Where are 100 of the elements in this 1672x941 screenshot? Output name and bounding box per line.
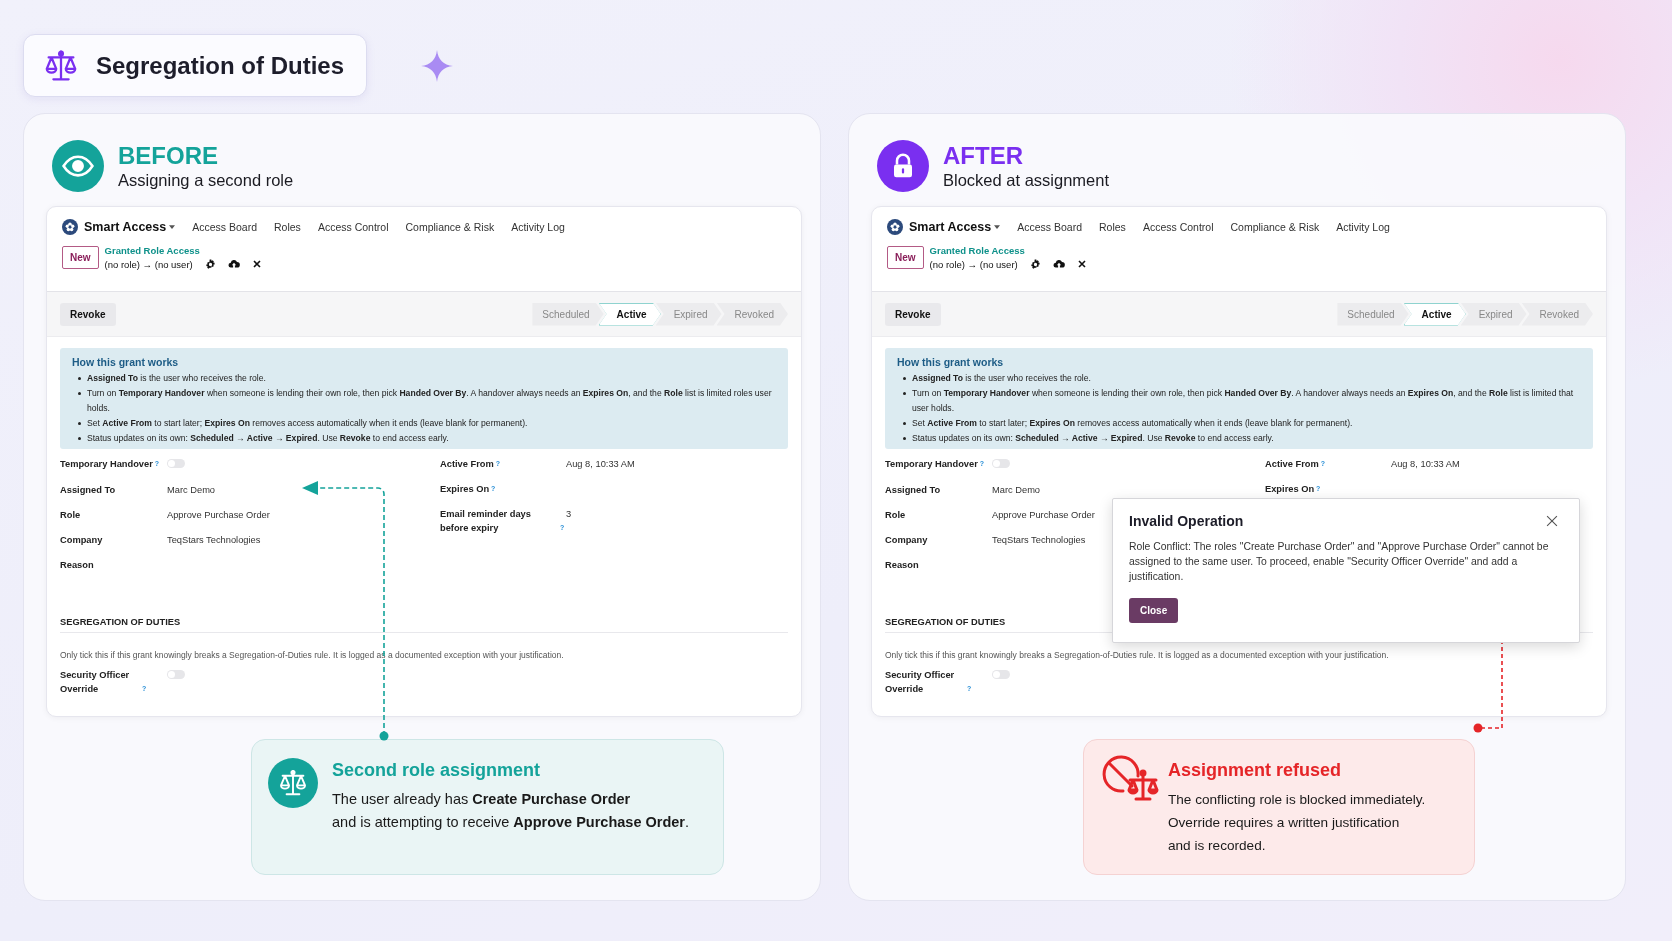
field-label: Temporary Handover <box>60 458 153 471</box>
nav-link[interactable]: Roles <box>274 221 301 233</box>
callout-title: Second role assignment <box>332 760 542 781</box>
section-note: Only tick this if this grant knowingly breaks a Segregation-of-Duties rule. It is logged as a documented exception with your justification. <box>60 650 565 660</box>
field-label: Email reminder days before expiry <box>440 508 532 535</box>
info-bullet: Turn on Temporary Handover when someone is lending their own role, then pick Handed Over By. A handover always needs an Expires On, and the Role list is limited roles user holds. <box>87 387 773 415</box>
field-label: Assigned To <box>60 484 116 497</box>
field-value: Aug 8, 10:33 AM <box>1391 459 1460 469</box>
nav-link[interactable]: Access Control <box>317 221 389 233</box>
field-label: Active From <box>1265 458 1319 471</box>
scales-icon <box>268 758 318 808</box>
section-heading: SEGREGATION OF DUTIES <box>60 617 788 633</box>
toggle-switch[interactable] <box>992 459 1010 468</box>
bullet-dot <box>78 437 81 440</box>
field-label: Temporary Handover <box>885 458 978 471</box>
field-label: Expires On <box>1265 483 1315 496</box>
field-value: Aug 8, 10:33 AM <box>566 459 635 469</box>
info-bullet: Status updates on its own: Scheduled → Active → Expired. Use Revoke to end access early. <box>87 432 449 445</box>
nav-link[interactable]: Access Control <box>1142 221 1214 233</box>
nav-link[interactable]: Compliance & Risk <box>1230 221 1320 233</box>
nav-link[interactable]: Compliance & Risk <box>405 221 495 233</box>
info-bullet: Set Active From to start later; Expires On removes access automatically when it ends (leave blank for permanent). <box>87 417 528 430</box>
new-badge: New <box>887 246 924 269</box>
info-bullet: Assigned To is the user who receives the role. <box>87 372 266 385</box>
nav-link[interactable]: Access Board <box>1017 221 1082 233</box>
lock-icon <box>877 140 929 192</box>
close-button[interactable]: Close <box>1129 598 1179 623</box>
dialog-message: Role Conflict: The roles "Create Purchase Order" and "Approve Purchase Order" cannot be assigned to the same user. To proceed, enable "Security Officer Override" and add a justification. <box>1129 540 1550 584</box>
info-title: How this grant works <box>897 356 1005 368</box>
gear-icon[interactable] <box>1029 258 1041 270</box>
app-name[interactable]: Smart Access <box>84 220 167 234</box>
field-value: Marc Demo <box>167 485 216 495</box>
field-value: Approve Purchase Order <box>992 510 1095 520</box>
field-value: Approve Purchase Order <box>167 510 270 520</box>
record-title: (no role) → (no user) <box>104 258 193 270</box>
callout-text: The conflicting role is blocked immediately. Override requires a written justification and is recorded. <box>1168 791 1426 855</box>
record-title: (no role) → (no user) <box>929 258 1018 270</box>
toggle-switch[interactable] <box>992 670 1010 679</box>
info-bullet: Turn on Temporary Handover when someone is lending their own role, then pick Handed Over By. A handover always needs an Expires On, and the Role list is limited that user holds. <box>912 387 1575 415</box>
bullet-dot <box>903 377 906 380</box>
field-value: TeqStars Technologies <box>167 535 261 545</box>
bullet-dot <box>903 422 906 425</box>
field-value: Marc Demo <box>992 485 1041 495</box>
field-label: Assigned To <box>885 484 941 497</box>
dialog-title: Invalid Operation <box>1129 513 1244 529</box>
field-label: Company <box>60 534 103 547</box>
sparkle-icon <box>421 49 454 82</box>
bullet-dot <box>78 377 81 380</box>
breadcrumb-link[interactable]: Granted Role Access <box>929 245 1087 256</box>
field-label: Expires On <box>440 483 490 496</box>
blocked-scales-icon <box>1100 754 1160 804</box>
nav-link[interactable]: Activity Log <box>1336 221 1390 233</box>
close-icon[interactable] <box>1545 514 1559 528</box>
callout-text: The user already has Create Purchase Order and is attempting to receive Approve Purchase Order. <box>332 790 690 832</box>
bullet-dot <box>903 437 906 440</box>
field-label: Reason <box>885 559 919 572</box>
cloud-upload-icon[interactable] <box>1052 258 1065 270</box>
info-title: How this grant works <box>72 356 180 368</box>
field-label: Security Officer Override <box>60 669 131 696</box>
panel-title: BEFORE <box>118 142 219 169</box>
panel-title: AFTER <box>943 142 1024 169</box>
field-label: Active From <box>440 458 494 471</box>
status-stage[interactable]: Active <box>1403 302 1466 326</box>
discard-icon[interactable] <box>1076 259 1087 269</box>
field-label: Reason <box>60 559 94 572</box>
toggle-switch[interactable] <box>167 459 185 468</box>
gear-icon[interactable] <box>204 258 216 270</box>
field-label: Company <box>885 534 928 547</box>
page-title: Segregation of Duties <box>96 51 345 80</box>
info-bullet: Assigned To is the user who receives the role. <box>912 372 1091 385</box>
app-logo-icon <box>62 219 78 235</box>
app-name[interactable]: Smart Access <box>909 220 992 234</box>
field-label: Role <box>885 509 906 522</box>
new-badge: New <box>62 246 99 269</box>
bullet-dot <box>78 392 81 395</box>
nav-link[interactable]: Roles <box>1099 221 1126 233</box>
field-value: TeqStars Technologies <box>992 535 1086 545</box>
eye-icon <box>52 140 104 192</box>
caret-icon[interactable] <box>169 225 176 229</box>
revoke-button[interactable]: Revoke <box>885 302 941 326</box>
breadcrumb-link[interactable]: Granted Role Access <box>104 245 262 256</box>
nav-link[interactable]: Access Board <box>192 221 257 233</box>
caret-icon[interactable] <box>994 225 1001 229</box>
bullet-dot <box>78 422 81 425</box>
field-value: 3 <box>566 509 572 519</box>
bullet-dot <box>903 392 906 395</box>
field-label: Role <box>60 509 81 522</box>
section-note: Only tick this if this grant knowingly breaks a Segregation-of-Duties rule. It is logged as a documented exception with your justification. <box>885 650 1390 660</box>
discard-icon[interactable] <box>251 259 262 269</box>
app-logo-icon <box>887 219 903 235</box>
info-bullet: Status updates on its own: Scheduled → Active → Expired. Use Revoke to end access early. <box>912 432 1274 445</box>
nav-link[interactable]: Activity Log <box>511 221 565 233</box>
info-bullet: Set Active From to start later; Expires On removes access automatically when it ends (leave blank for permanent). <box>912 417 1353 430</box>
panel-subtitle: Blocked at assignment <box>943 170 1109 190</box>
revoke-button[interactable]: Revoke <box>60 302 116 326</box>
status-stage[interactable]: Active <box>598 302 661 326</box>
callout-title: Assignment refused <box>1168 760 1343 781</box>
toggle-switch[interactable] <box>167 670 185 679</box>
cloud-upload-icon[interactable] <box>227 258 240 270</box>
field-label: Security Officer Override <box>885 669 956 696</box>
